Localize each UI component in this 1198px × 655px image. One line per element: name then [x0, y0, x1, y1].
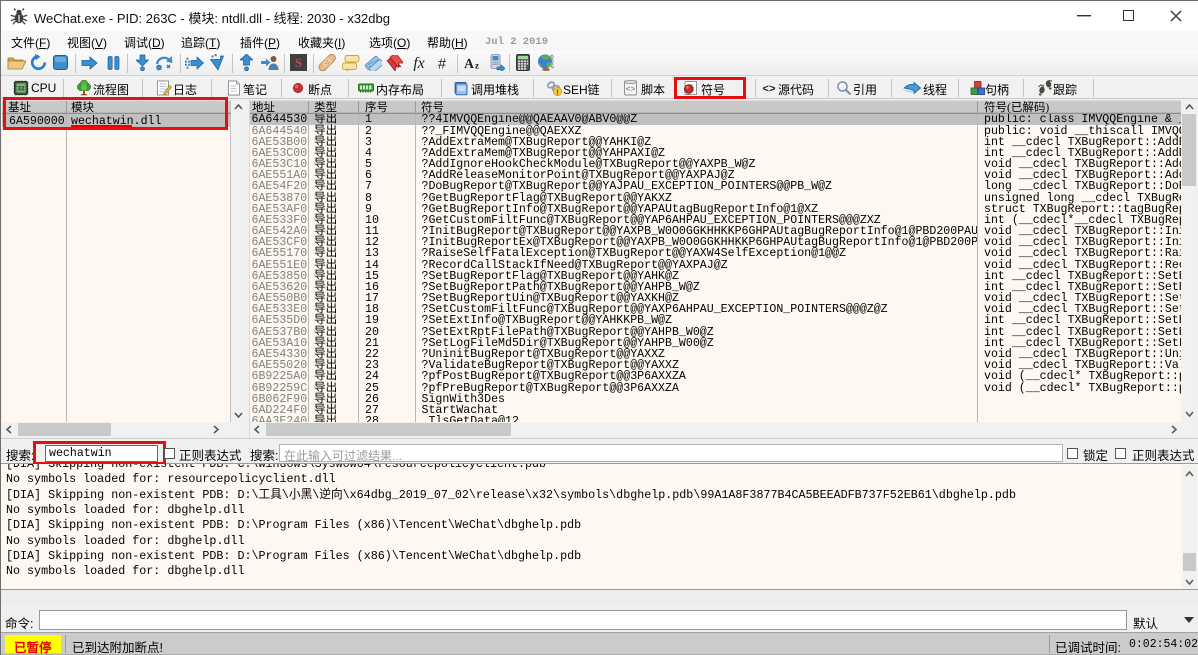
svg-text:A: A [464, 56, 474, 70]
svg-text:32: 32 [17, 86, 25, 93]
svg-text:<>: <> [762, 84, 776, 96]
svg-text:z: z [475, 60, 479, 70]
svg-text:fx: fx [413, 55, 424, 71]
svg-text:#: # [437, 56, 445, 71]
svg-text:S: S [295, 55, 302, 70]
svg-text:<>: <> [626, 86, 636, 95]
svg-text:!: ! [556, 89, 558, 96]
